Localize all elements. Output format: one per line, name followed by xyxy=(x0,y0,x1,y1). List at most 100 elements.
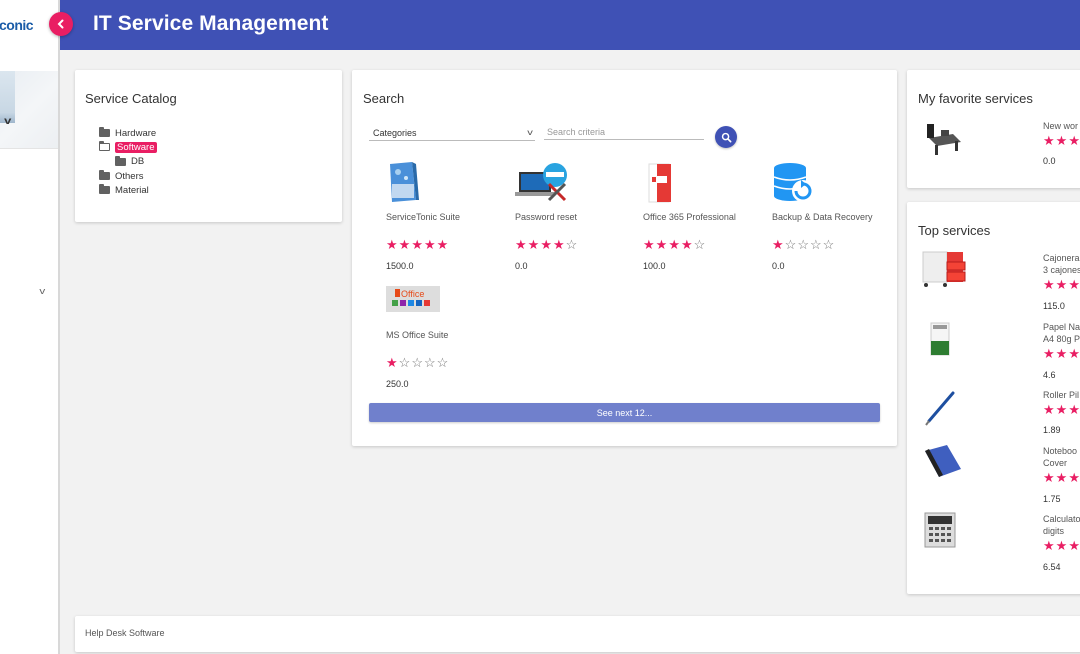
star-filled-icon[interactable]: ★ xyxy=(656,237,669,252)
see-next-button[interactable]: See next 12... xyxy=(369,403,880,422)
catalog-tree-item[interactable]: Hardware xyxy=(99,126,157,140)
star-filled-icon[interactable]: ★ xyxy=(411,237,424,252)
star-filled-icon[interactable]: ★ xyxy=(1056,133,1069,148)
top-services-card: Top services Cajonera 3 cajones ★★★ 115.0 P… xyxy=(907,202,1080,594)
product-name[interactable]: Password reset xyxy=(515,211,625,223)
star-filled-icon[interactable]: ★ xyxy=(528,237,541,252)
product-name[interactable]: Backup & Data Recovery xyxy=(772,211,882,223)
product-price: 0.0 xyxy=(515,261,528,271)
star-empty-icon[interactable]: ☆ xyxy=(399,355,412,370)
categories-select[interactable]: Categories v xyxy=(369,126,535,141)
star-filled-icon[interactable]: ★ xyxy=(772,237,785,252)
star-filled-icon[interactable]: ★ xyxy=(1056,470,1069,485)
pen-icon[interactable] xyxy=(921,387,963,427)
drawer-cabinet-icon[interactable] xyxy=(921,250,966,290)
star-filled-icon[interactable]: ★ xyxy=(1056,346,1069,361)
star-filled-icon[interactable]: ★ xyxy=(1056,538,1069,553)
star-filled-icon[interactable]: ★ xyxy=(1043,538,1056,553)
service-name[interactable]: Cajonera 3 cajones xyxy=(1043,252,1080,276)
office365-box-icon[interactable] xyxy=(643,162,703,204)
star-empty-icon[interactable]: ☆ xyxy=(810,237,823,252)
star-filled-icon[interactable]: ★ xyxy=(515,237,528,252)
star-filled-icon[interactable]: ★ xyxy=(1043,402,1056,417)
service-price: 6.54 xyxy=(1043,562,1061,572)
star-filled-icon[interactable]: ★ xyxy=(1043,346,1056,361)
product-name[interactable]: Office 365 Professional xyxy=(643,211,753,223)
catalog-tree-item[interactable]: Material xyxy=(99,183,157,197)
laptop-password-icon[interactable] xyxy=(515,162,575,204)
product-rating: ★☆☆☆☆ xyxy=(386,356,449,369)
folder-icon xyxy=(115,155,126,166)
user-banner[interactable]: v xyxy=(0,71,58,149)
search-criteria-input[interactable] xyxy=(544,125,704,140)
service-price: 115.0 xyxy=(1043,301,1065,311)
star-filled-icon[interactable]: ★ xyxy=(1068,133,1080,148)
star-filled-icon[interactable]: ★ xyxy=(386,237,399,252)
star-filled-icon[interactable]: ★ xyxy=(1043,133,1056,148)
service-name[interactable]: Roller Pil xyxy=(1043,389,1079,401)
star-filled-icon[interactable]: ★ xyxy=(437,237,450,252)
star-filled-icon[interactable]: ★ xyxy=(1056,277,1069,292)
service-name[interactable]: Noteboo Cover xyxy=(1043,445,1077,469)
star-filled-icon[interactable]: ★ xyxy=(1068,277,1080,292)
star-empty-icon[interactable]: ☆ xyxy=(785,237,798,252)
star-empty-icon[interactable]: ☆ xyxy=(437,355,450,370)
star-filled-icon[interactable]: ★ xyxy=(1068,538,1080,553)
menu-expand-chevron-icon[interactable]: v xyxy=(39,286,45,296)
service-rating: ★★★ xyxy=(1043,539,1080,552)
catalog-tree-label: Hardware xyxy=(115,127,157,139)
chevron-down-icon[interactable]: v xyxy=(4,116,11,127)
service-rating: ★★★ xyxy=(1043,347,1080,360)
chevron-down-icon: v xyxy=(527,128,533,137)
star-filled-icon[interactable]: ★ xyxy=(553,237,566,252)
star-empty-icon[interactable]: ☆ xyxy=(424,355,437,370)
folder-icon xyxy=(99,170,110,181)
star-empty-icon[interactable]: ☆ xyxy=(797,237,810,252)
search-button[interactable] xyxy=(715,126,737,148)
star-filled-icon[interactable]: ★ xyxy=(1043,470,1056,485)
star-filled-icon[interactable]: ★ xyxy=(399,237,412,252)
star-filled-icon[interactable]: ★ xyxy=(681,237,694,252)
page-title: IT Service Management xyxy=(93,12,329,35)
star-filled-icon[interactable]: ★ xyxy=(643,237,656,252)
catalog-tree-item[interactable]: DB xyxy=(99,155,157,169)
workstation-desk-icon[interactable] xyxy=(921,118,963,158)
star-empty-icon[interactable]: ☆ xyxy=(823,237,836,252)
catalog-tree-item[interactable]: Software xyxy=(99,140,157,154)
star-filled-icon[interactable]: ★ xyxy=(386,355,399,370)
office-logo-icon[interactable]: Office xyxy=(386,286,446,328)
star-filled-icon[interactable]: ★ xyxy=(424,237,437,252)
service-name[interactable]: Papel Na A4 80g P xyxy=(1043,321,1080,345)
star-filled-icon[interactable]: ★ xyxy=(1056,402,1069,417)
star-empty-icon[interactable]: ☆ xyxy=(411,355,424,370)
star-filled-icon[interactable]: ★ xyxy=(1068,402,1080,417)
software-box-icon[interactable] xyxy=(386,162,446,204)
top-services-title: Top services xyxy=(918,223,991,238)
catalog-tree-item[interactable]: Others xyxy=(99,169,157,183)
product-name[interactable]: ServiceTonic Suite xyxy=(386,211,496,223)
star-empty-icon[interactable]: ☆ xyxy=(566,237,579,252)
product-name[interactable]: MS Office Suite xyxy=(386,329,496,341)
star-empty-icon[interactable]: ☆ xyxy=(694,237,707,252)
service-catalog-card: Service Catalog Hardware Software DB Others… xyxy=(75,70,342,222)
catalog-tree: Hardware Software DB Others Material xyxy=(99,126,157,197)
calculator-icon[interactable] xyxy=(921,511,963,551)
favorite-services-card: My favorite services New wor ★★★ 0.0 xyxy=(907,70,1080,188)
service-name[interactable]: Calculato digits xyxy=(1043,513,1080,537)
service-price: 0.0 xyxy=(1043,156,1056,166)
notebook-icon[interactable] xyxy=(921,443,963,483)
star-filled-icon[interactable]: ★ xyxy=(668,237,681,252)
service-name[interactable]: New wor xyxy=(1043,120,1078,132)
star-filled-icon[interactable]: ★ xyxy=(1043,277,1056,292)
star-filled-icon[interactable]: ★ xyxy=(1068,470,1080,485)
star-filled-icon[interactable]: ★ xyxy=(540,237,553,252)
footer-text: Help Desk Software xyxy=(85,628,165,638)
chevron-left-icon xyxy=(57,19,64,29)
star-filled-icon[interactable]: ★ xyxy=(1068,346,1080,361)
logo-text: conic xyxy=(0,17,34,33)
paper-ream-icon[interactable] xyxy=(921,319,963,359)
collapse-sidebar-button[interactable] xyxy=(49,12,73,36)
footer: Help Desk Software xyxy=(75,616,1080,652)
database-backup-icon[interactable] xyxy=(772,162,832,204)
catalog-tree-label: Others xyxy=(115,170,144,182)
